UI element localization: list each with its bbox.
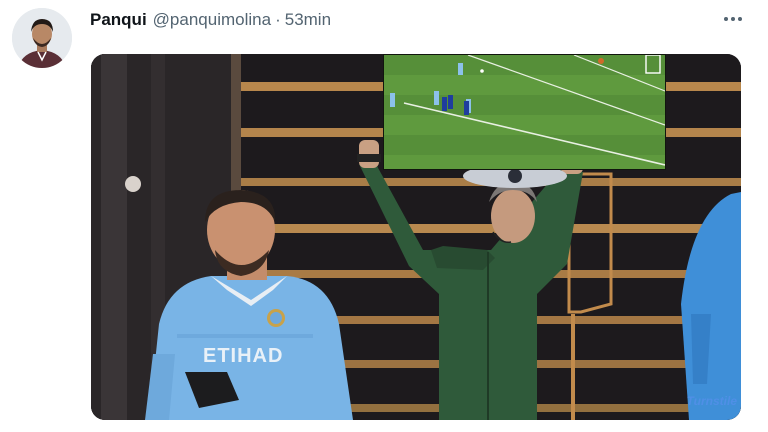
broadcast-watermark: Turnstile	[686, 394, 737, 408]
separator-dot: ·	[275, 10, 281, 29]
avatar[interactable]	[12, 8, 72, 68]
tweet-media-image[interactable]: ETIHAD Turnstile	[91, 54, 741, 420]
author-handle[interactable]: @panquimolina	[153, 10, 271, 30]
avatar-image	[12, 8, 72, 68]
svg-text:ETIHAD: ETIHAD	[203, 345, 283, 367]
more-horizontal-icon	[724, 17, 742, 21]
tweet[interactable]: Panqui @panquimolina · 53min ETIHAD Turn…	[0, 0, 768, 432]
author-name[interactable]: Panqui	[90, 10, 147, 30]
timestamp[interactable]: 53min	[285, 10, 331, 30]
more-options-button[interactable]	[720, 10, 746, 28]
replay-inset	[383, 54, 666, 170]
pitch-replay-image	[384, 55, 665, 169]
tweet-header: Panqui @panquimolina · 53min	[90, 9, 331, 31]
